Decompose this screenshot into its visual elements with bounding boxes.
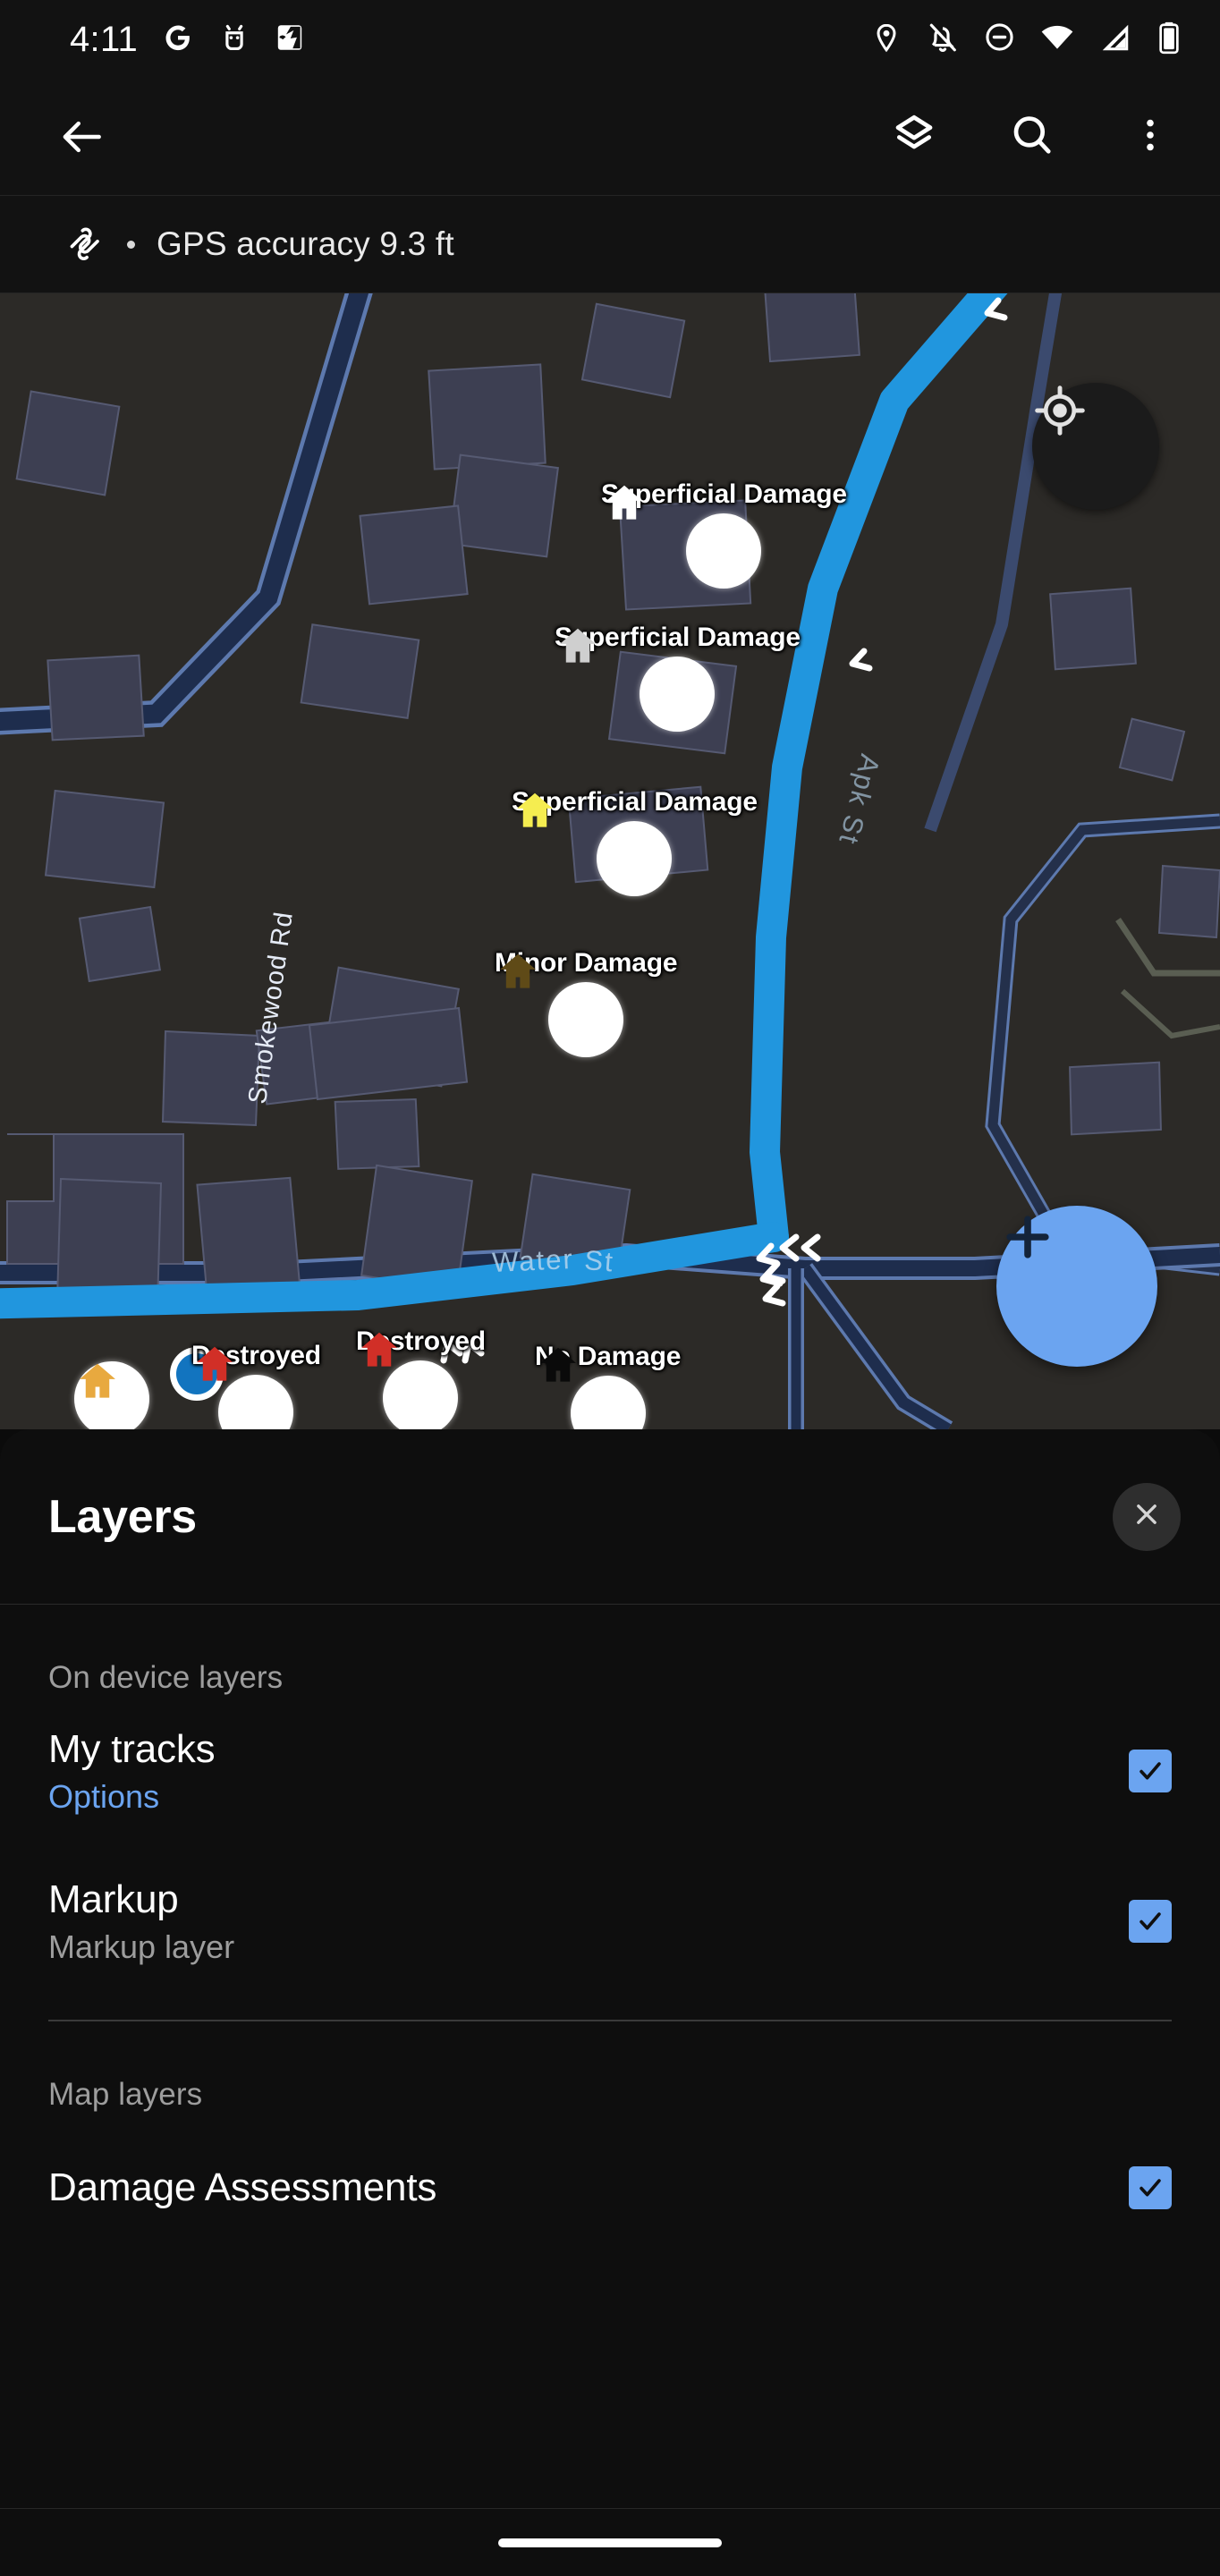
layers-icon xyxy=(890,111,938,164)
section-header-map-layers: Map layers xyxy=(48,2077,203,2112)
app-bar xyxy=(0,79,1220,195)
wifi-icon xyxy=(1039,20,1075,60)
house-icon xyxy=(361,1332,459,1429)
damage-marker[interactable]: Superficial Damage xyxy=(601,479,847,589)
layer-checkbox-damage-assessments[interactable] xyxy=(1129,2166,1172,2209)
track-icon xyxy=(64,222,106,267)
damage-marker[interactable]: Superficial Damage xyxy=(512,787,758,896)
close-icon xyxy=(1130,1497,1164,1536)
damage-marker[interactable]: Destroyed xyxy=(356,1326,486,1429)
system-navigation-bar xyxy=(0,2508,1220,2576)
house-icon xyxy=(500,953,624,1057)
search-button[interactable] xyxy=(995,99,1070,174)
phone-screen: 4:11 GPS accuracy 9.3 ft Smokewood Rd Wa… xyxy=(0,0,1220,2576)
screenshot-icon xyxy=(274,21,306,58)
google-icon xyxy=(161,21,195,59)
layer-checkbox-my-tracks[interactable] xyxy=(1129,1750,1172,1792)
status-bar-right xyxy=(870,20,1182,60)
layer-subtitle: Markup layer xyxy=(48,1928,235,1965)
layers-sheet-header: Layers xyxy=(0,1429,1220,1605)
notifications-off-icon xyxy=(926,21,960,59)
status-bar-left: 4:11 xyxy=(70,20,306,60)
svg-text:Water St: Water St xyxy=(491,1243,615,1278)
damage-marker[interactable]: No Damage xyxy=(535,1342,681,1429)
layer-title: My tracks xyxy=(48,1726,216,1771)
home-gesture-pill[interactable] xyxy=(498,2538,722,2547)
layer-row-my-tracks[interactable]: My tracks Options xyxy=(0,1696,1220,1846)
battery-icon xyxy=(1156,21,1182,59)
cellular-signal-icon xyxy=(1098,21,1132,59)
damage-marker[interactable] xyxy=(74,1358,149,1429)
status-clock: 4:11 xyxy=(70,19,139,59)
house-icon xyxy=(560,628,716,732)
overflow-menu-icon xyxy=(1129,114,1172,161)
location-icon xyxy=(870,21,902,58)
back-button[interactable] xyxy=(45,99,120,174)
status-bar: 4:11 xyxy=(0,0,1220,79)
close-button[interactable] xyxy=(1113,1482,1181,1551)
page-title: Layers xyxy=(48,1490,197,1543)
house-icon xyxy=(540,1347,646,1429)
gps-accuracy-bar[interactable]: GPS accuracy 9.3 ft xyxy=(0,195,1220,293)
android-debug-icon xyxy=(218,21,250,58)
section-header-on-device-layers: On device layers xyxy=(48,1660,284,1695)
layer-row-markup[interactable]: Markup Markup layer xyxy=(0,1846,1220,1996)
layer-checkbox-markup[interactable] xyxy=(1129,1900,1172,1943)
map-canvas[interactable]: Smokewood Rd Water St Apk St Superficial… xyxy=(0,293,1220,1429)
house-icon xyxy=(517,792,673,896)
layer-title: Markup xyxy=(48,1877,179,1921)
do-not-disturb-icon xyxy=(983,21,1016,58)
layer-texts: Damage Assessments xyxy=(48,2165,436,2210)
damage-marker[interactable]: Destroyed xyxy=(191,1341,321,1429)
layer-options-link[interactable]: Options xyxy=(48,1778,215,1816)
damage-marker[interactable]: Minor Damage xyxy=(495,948,678,1057)
add-button[interactable] xyxy=(996,1206,1157,1367)
layer-texts: Markup Markup layer xyxy=(48,1877,234,1966)
gps-separator-dot xyxy=(127,240,135,249)
app-bar-actions xyxy=(877,99,1188,174)
layer-title: Damage Assessments xyxy=(48,2165,437,2209)
more-options-button[interactable] xyxy=(1113,99,1188,174)
layers-bottom-sheet: Layers On device layers My tracks Option… xyxy=(0,1429,1220,2576)
damage-marker[interactable]: Superficial Damage xyxy=(555,623,801,732)
layers-button[interactable] xyxy=(877,99,952,174)
layer-row-damage-assessments[interactable]: Damage Assessments xyxy=(0,2113,1220,2263)
gps-accuracy-text: GPS accuracy 9.3 ft xyxy=(157,225,454,262)
house-icon xyxy=(606,485,762,589)
search-icon xyxy=(1008,111,1056,164)
layer-texts: My tracks Options xyxy=(48,1726,216,1816)
house-icon xyxy=(74,1361,149,1429)
my-location-button[interactable] xyxy=(1032,383,1159,510)
svg-text:Apk St: Apk St xyxy=(833,751,886,849)
house-icon xyxy=(197,1346,294,1429)
